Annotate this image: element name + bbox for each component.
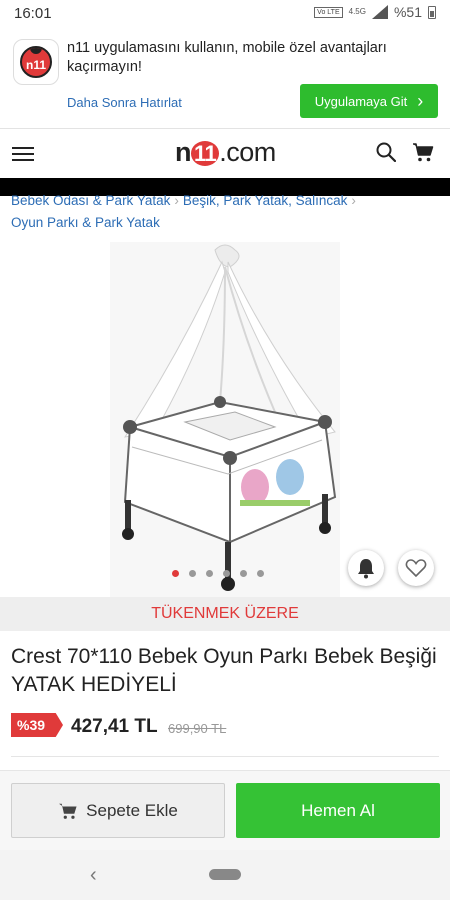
n11-logo[interactable]: n 11 .com xyxy=(175,137,276,168)
cart-icon[interactable] xyxy=(412,142,434,162)
breadcrumb-separator: › xyxy=(351,193,356,208)
breadcrumb-item[interactable]: Oyun Parkı & Park Yatak xyxy=(11,215,160,230)
breadcrumb-item[interactable]: Beşik, Park Yatak, Salıncak xyxy=(183,193,348,208)
status-bar: 16:01 Vo LTE 4.5G %51 xyxy=(0,0,450,28)
breadcrumb-separator: › xyxy=(174,193,179,208)
app-promo-banner: n11 n11 uygulamasını kullanın, mobile öz… xyxy=(0,28,450,128)
buy-now-button[interactable]: Hemen Al xyxy=(236,783,440,838)
home-pill-icon[interactable] xyxy=(209,869,241,880)
status-time: 16:01 xyxy=(14,5,52,22)
app-logo-text: n11 xyxy=(25,58,46,72)
low-stock-banner: TÜKENMEK ÜZERE xyxy=(0,597,450,631)
chevron-right-icon: › xyxy=(417,91,424,111)
divider xyxy=(11,756,439,757)
volte-icon: Vo LTE xyxy=(314,6,343,18)
system-nav-bar: ‹ xyxy=(0,850,450,900)
gallery-pagination xyxy=(172,570,264,577)
product-price: 427,41 TL xyxy=(71,716,158,737)
battery-percent: %51 xyxy=(393,4,422,20)
product-image[interactable] xyxy=(110,242,340,597)
buy-now-label: Hemen Al xyxy=(301,800,375,820)
discount-badge: %39 xyxy=(11,713,63,737)
old-price: 699,90 TL xyxy=(168,721,227,736)
bell-icon xyxy=(358,559,374,579)
app-promo-message: n11 uygulamasını kullanın, mobile özel a… xyxy=(67,40,387,75)
pagination-dot[interactable] xyxy=(206,570,213,577)
price-alert-button[interactable] xyxy=(348,550,384,586)
go-to-app-label: Uygulamaya Git xyxy=(314,93,408,109)
n11-app-logo: n11 xyxy=(13,39,59,85)
ladybug-icon: n11 xyxy=(20,46,52,78)
add-to-cart-label: Sepete Ekle xyxy=(86,800,178,820)
product-title: Crest 70*110 Bebek Oyun Parkı Bebek Beşi… xyxy=(11,645,437,696)
back-icon[interactable]: ‹ xyxy=(90,864,97,887)
pagination-dot[interactable] xyxy=(189,570,196,577)
signal-icon xyxy=(371,5,388,19)
go-to-app-button[interactable]: Uygulamaya Git › xyxy=(300,84,438,118)
pagination-dot[interactable] xyxy=(172,570,179,577)
remind-later-link[interactable]: Daha Sonra Hatırlat xyxy=(67,95,182,110)
pagination-dot[interactable] xyxy=(257,570,264,577)
logo-dotcom: .com xyxy=(219,137,276,167)
purchase-action-bar: Sepete Ekle Hemen Al xyxy=(0,770,450,850)
network-type-icon: 4.5G xyxy=(348,7,366,16)
cart-icon xyxy=(59,803,77,819)
hamburger-menu-icon[interactable] xyxy=(12,147,34,161)
status-indicators: Vo LTE 4.5G %51 xyxy=(314,4,436,20)
search-icon[interactable] xyxy=(376,142,396,162)
site-header: n 11 .com xyxy=(0,128,450,178)
product-gallery[interactable] xyxy=(0,242,450,597)
breadcrumb-item[interactable]: Bebek Odası & Park Yatak xyxy=(11,193,170,208)
favorite-button[interactable] xyxy=(398,550,434,586)
add-to-cart-button[interactable]: Sepete Ekle xyxy=(11,783,225,838)
battery-icon xyxy=(428,5,436,19)
pagination-dot[interactable] xyxy=(240,570,247,577)
pagination-dot[interactable] xyxy=(223,570,230,577)
heart-icon xyxy=(405,559,427,578)
logo-n: n xyxy=(175,137,192,167)
logo-eleven: 11 xyxy=(191,141,220,166)
breadcrumb: Bebek Odası & Park Yatak › Beşik, Park Yat… xyxy=(11,190,441,234)
